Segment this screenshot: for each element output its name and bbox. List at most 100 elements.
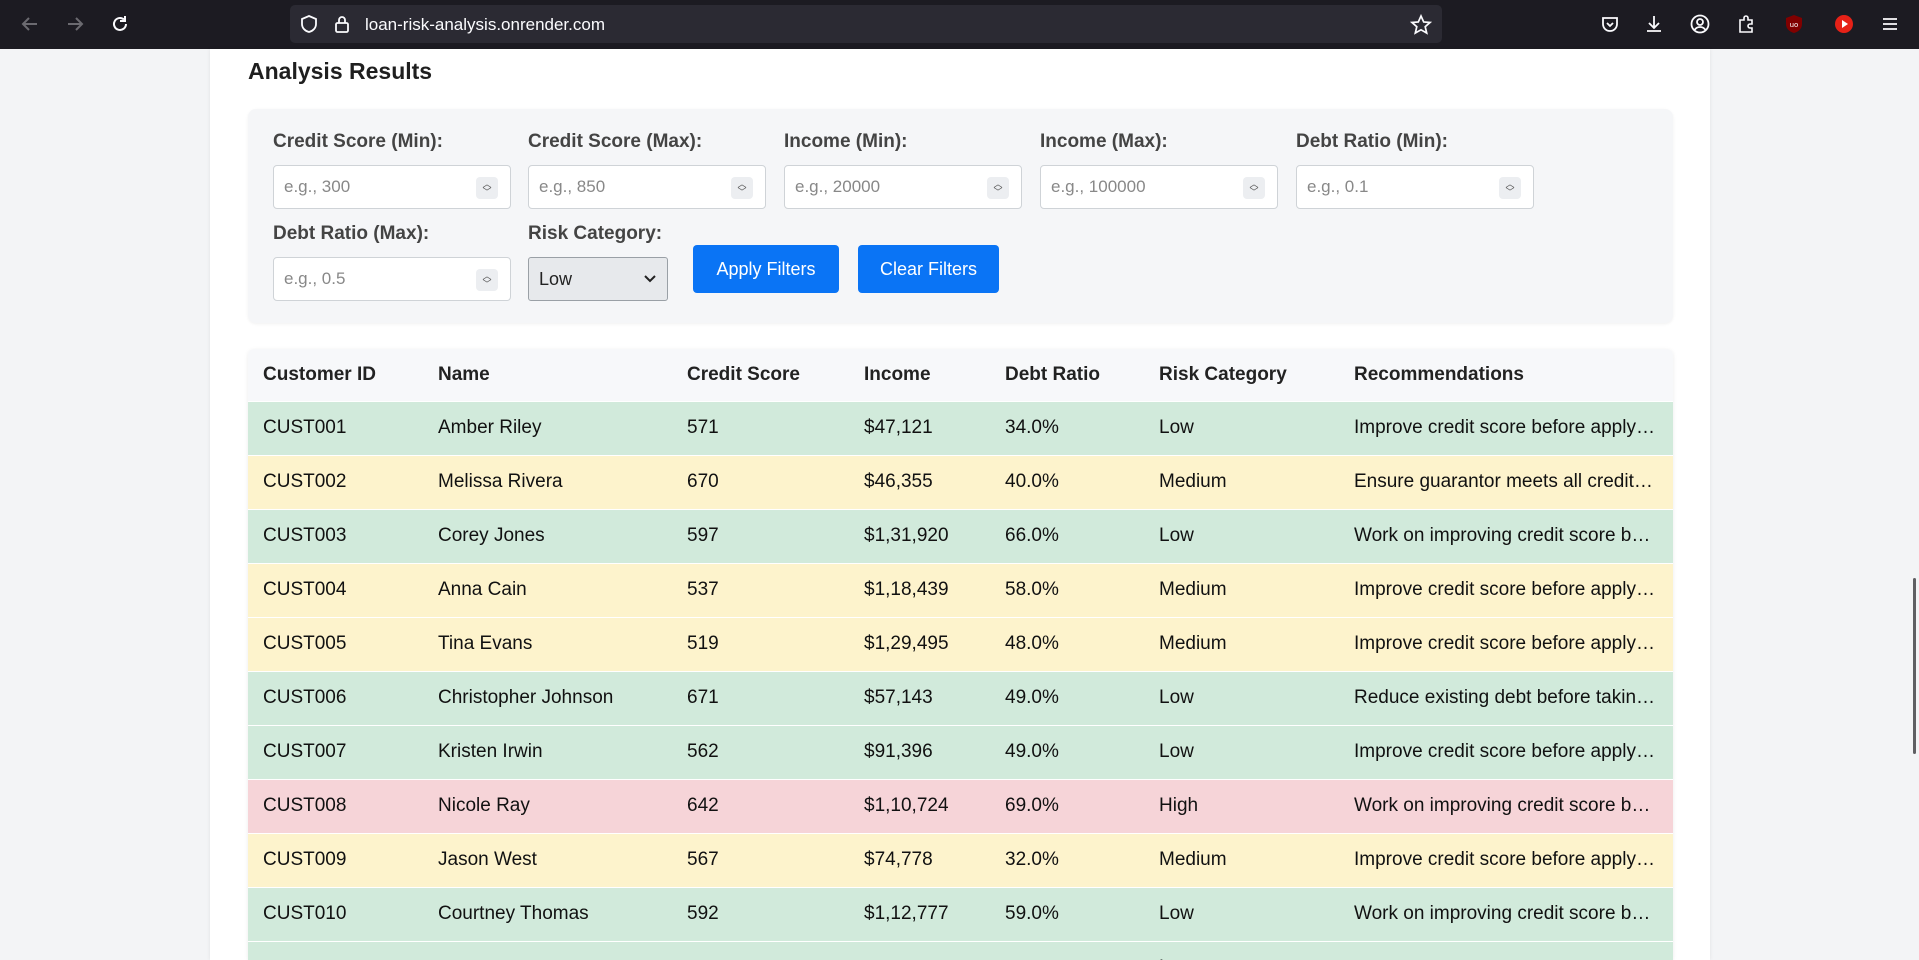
credit-min-label: Credit Score (Min): bbox=[273, 131, 443, 152]
cell-customer-id: CUST003 bbox=[248, 508, 423, 563]
cell-recommendations: Ensure guarantor meets all credit requir… bbox=[1339, 454, 1673, 509]
cell-name: Anna Cain bbox=[423, 562, 672, 617]
bookmark-star-icon[interactable] bbox=[1410, 14, 1432, 36]
cell-recommendations: Improve credit score before applying bbox=[1339, 616, 1673, 671]
cell-debt-ratio: 59.0% bbox=[990, 886, 1144, 941]
table-row[interactable]: CUST006 Christopher Johnson 671 $57,143 49.0… bbox=[248, 670, 1673, 725]
cell-debt-ratio: 34.0% bbox=[990, 400, 1144, 455]
cell-customer-id bbox=[248, 940, 423, 960]
debt-max-label: Debt Ratio (Max): bbox=[273, 223, 430, 244]
risk-category-select[interactable]: Low bbox=[528, 257, 668, 301]
scrollbar-thumb[interactable] bbox=[1913, 578, 1916, 754]
lock-icon[interactable] bbox=[332, 14, 352, 34]
table-row[interactable]: CUST004 Anna Cain 537 $1,18,439 58.0% Medium I… bbox=[248, 562, 1673, 617]
debt-max-spinner-icon[interactable]: ︿ ﹀ bbox=[476, 269, 498, 291]
table-row[interactable]: CUST003 Corey Jones 597 $1,31,920 66.0% Low Wo… bbox=[248, 508, 1673, 563]
ublock-origin-icon[interactable]: uo bbox=[1780, 10, 1808, 38]
cell-debt-ratio: 32.0% bbox=[990, 832, 1144, 887]
credit-max-group: Credit Score (Max): ︿﹀ bbox=[528, 131, 766, 209]
cell-recommendations: Improve credit score before applying bbox=[1339, 562, 1673, 617]
menu-icon[interactable] bbox=[1876, 10, 1904, 38]
table-row[interactable]: CUST010 Courtney Thomas 592 $1,12,777 59.0% L… bbox=[248, 886, 1673, 941]
table-row[interactable]: CUST002 Melissa Rivera 670 $46,355 40.0% Medi… bbox=[248, 454, 1673, 509]
cell-customer-id: CUST007 bbox=[248, 724, 423, 779]
debt-min-group: Debt Ratio (Min): ︿﹀ bbox=[1296, 131, 1534, 209]
cell-income: $47,121 bbox=[849, 400, 990, 455]
url-text[interactable]: loan-risk-analysis.onrender.com bbox=[365, 15, 605, 35]
cell-name bbox=[423, 940, 672, 960]
cell-income: $1,29,495 bbox=[849, 616, 990, 671]
cell-customer-id: CUST002 bbox=[248, 454, 423, 509]
table-row[interactable]: CUST001 Amber Riley 571 $47,121 34.0% Low Impr… bbox=[248, 400, 1673, 455]
header-risk-category[interactable]: Risk Category bbox=[1144, 349, 1339, 401]
forward-arrow-icon[interactable] bbox=[60, 9, 90, 39]
table-row[interactable]: CUST005 Tina Evans 519 $1,29,495 48.0% Medium… bbox=[248, 616, 1673, 671]
download-icon[interactable] bbox=[1640, 10, 1668, 38]
cell-income: $1,31,920 bbox=[849, 508, 990, 563]
cell-income: $91,396 bbox=[849, 724, 990, 779]
cell-recommendations: Improve credit score before applying bbox=[1339, 832, 1673, 887]
cell-credit-score: 567 bbox=[672, 832, 849, 887]
cell-risk-category: Low bbox=[1144, 886, 1339, 941]
cell-debt-ratio: 66.0% bbox=[990, 508, 1144, 563]
credit-min-spinner-icon[interactable]: ︿ ﹀ bbox=[476, 177, 498, 199]
risk-category-selected: Low bbox=[539, 268, 573, 289]
filters-panel: Credit Score (Min): ︿﹀ Credit Score (Max… bbox=[248, 109, 1673, 323]
header-income[interactable]: Income bbox=[849, 349, 990, 401]
clear-filters-button[interactable]: Clear Filters bbox=[858, 245, 999, 293]
shield-icon[interactable] bbox=[298, 13, 320, 35]
cell-credit-score: 562 bbox=[672, 724, 849, 779]
cell-risk-category: Medium bbox=[1144, 832, 1339, 887]
cell-risk-category: Low bbox=[1144, 940, 1339, 960]
cell-debt-ratio bbox=[990, 940, 1144, 960]
cell-name: Christopher Johnson bbox=[423, 670, 672, 725]
header-credit-score[interactable]: Credit Score bbox=[672, 349, 849, 401]
income-min-spinner-icon[interactable]: ︿ ﹀ bbox=[987, 177, 1009, 199]
cell-credit-score bbox=[672, 940, 849, 960]
cell-recommendations: Improve credit score before applying bbox=[1339, 400, 1673, 455]
income-min-label: Income (Min): bbox=[784, 131, 908, 152]
table-row[interactable]: CUST007 Kristen Irwin 562 $91,396 49.0% Low Im… bbox=[248, 724, 1673, 779]
credit-max-label: Credit Score (Max): bbox=[528, 131, 703, 152]
table-row[interactable]: CUST009 Jason West 567 $74,778 32.0% Medium Im… bbox=[248, 832, 1673, 887]
page-viewport: Analysis Results Credit Score (Min): ︿﹀ … bbox=[0, 49, 1919, 960]
table-header-row: Customer ID Name Credit Score Income Deb… bbox=[248, 349, 1673, 401]
credit-max-spinner-icon[interactable]: ︿ ﹀ bbox=[731, 177, 753, 199]
cell-customer-id: CUST004 bbox=[248, 562, 423, 617]
url-bar[interactable]: loan-risk-analysis.onrender.com bbox=[290, 5, 1442, 43]
apply-filters-button[interactable]: Apply Filters bbox=[693, 245, 839, 293]
account-icon[interactable] bbox=[1686, 10, 1714, 38]
results-card: Analysis Results Credit Score (Min): ︿﹀ … bbox=[210, 49, 1710, 960]
extensions-icon[interactable] bbox=[1732, 10, 1760, 38]
cell-debt-ratio: 48.0% bbox=[990, 616, 1144, 671]
cell-credit-score: 642 bbox=[672, 778, 849, 833]
back-arrow-icon[interactable] bbox=[15, 9, 45, 39]
cell-risk-category: Low bbox=[1144, 724, 1339, 779]
cell-income: $57,143 bbox=[849, 670, 990, 725]
cell-debt-ratio: 49.0% bbox=[990, 670, 1144, 725]
income-max-label: Income (Max): bbox=[1040, 131, 1168, 152]
table-row[interactable]: CUST008 Nicole Ray 642 $1,10,724 69.0% High Wo… bbox=[248, 778, 1673, 833]
income-max-spinner-icon[interactable]: ︿ ﹀ bbox=[1243, 177, 1265, 199]
cell-credit-score: 537 bbox=[672, 562, 849, 617]
chevron-down-icon bbox=[644, 275, 656, 283]
header-name[interactable]: Name bbox=[423, 349, 672, 401]
pocket-icon[interactable] bbox=[1596, 10, 1624, 38]
cell-customer-id: CUST008 bbox=[248, 778, 423, 833]
header-debt-ratio[interactable]: Debt Ratio bbox=[990, 349, 1144, 401]
table-body: CUST001 Amber Riley 571 $47,121 34.0% Low Impr… bbox=[248, 400, 1673, 960]
results-table: Customer ID Name Credit Score Income Deb… bbox=[248, 349, 1673, 960]
reload-icon[interactable] bbox=[105, 9, 135, 39]
header-recommendations[interactable]: Recommendations bbox=[1339, 349, 1673, 401]
table-row[interactable]: Low bbox=[248, 940, 1673, 960]
header-customer-id[interactable]: Customer ID bbox=[248, 349, 423, 401]
youtube-extension-icon[interactable] bbox=[1830, 10, 1858, 38]
cell-credit-score: 519 bbox=[672, 616, 849, 671]
credit-min-group: Credit Score (Min): ︿﹀ bbox=[273, 131, 511, 209]
cell-name: Courtney Thomas bbox=[423, 886, 672, 941]
cell-credit-score: 671 bbox=[672, 670, 849, 725]
debt-min-spinner-icon[interactable]: ︿ ﹀ bbox=[1499, 177, 1521, 199]
page-scrollbar[interactable] bbox=[1905, 49, 1919, 960]
cell-customer-id: CUST009 bbox=[248, 832, 423, 887]
cell-credit-score: 597 bbox=[672, 508, 849, 563]
